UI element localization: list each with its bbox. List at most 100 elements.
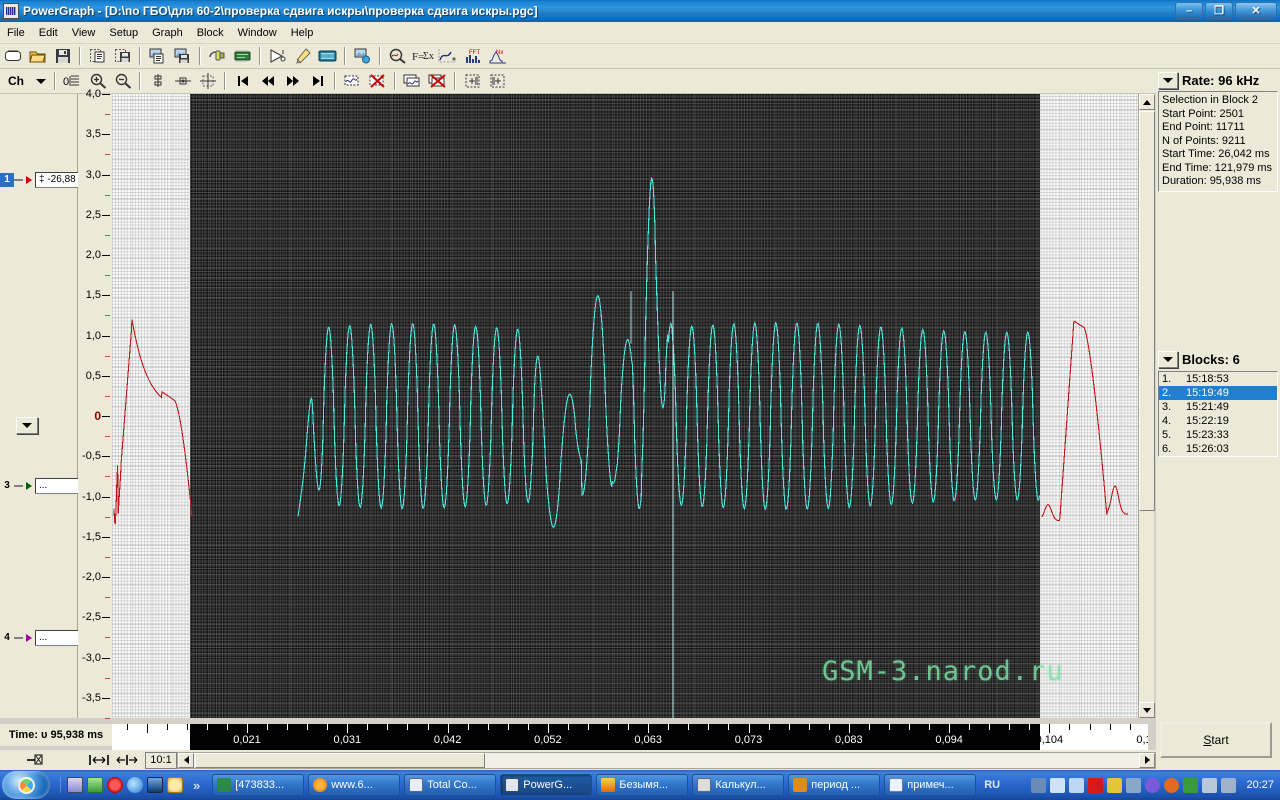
start-button[interactable]: Start (1160, 722, 1272, 758)
task-button[interactable]: Total Co... (404, 774, 497, 796)
opera-icon[interactable] (107, 777, 123, 793)
center-icon[interactable] (171, 70, 194, 92)
menu-item-setup[interactable]: Setup (102, 24, 145, 42)
channel-expand-icon-3[interactable] (26, 481, 32, 490)
plug-icon[interactable] (206, 45, 229, 67)
rate-dropdown-button[interactable] (1158, 71, 1178, 89)
plot-vertical-scrollbar[interactable] (1138, 94, 1155, 718)
marker-pen-icon[interactable] (291, 45, 314, 67)
blocks-dropdown-button[interactable] (1158, 351, 1178, 368)
block-list-item[interactable]: 3. 15:21:49 (1159, 400, 1277, 414)
ap-icon[interactable] (1088, 777, 1104, 793)
task-button[interactable]: www.6... (308, 774, 401, 796)
close-button[interactable]: ✕ (1235, 2, 1277, 19)
first-block-icon[interactable] (231, 70, 254, 92)
fit-icon[interactable] (196, 70, 219, 92)
language-indicator[interactable]: RU (984, 779, 1000, 791)
maximize-button[interactable]: ❐ (1205, 2, 1233, 19)
block-list-item[interactable]: 5. 15:23:33 (1159, 428, 1277, 442)
last-block-icon[interactable] (306, 70, 329, 92)
h-scroll-thumb[interactable] (195, 752, 485, 768)
prev-block-icon[interactable] (256, 70, 279, 92)
overflow-chevron-icon[interactable]: » (193, 778, 200, 793)
curve-fit-icon[interactable] (436, 45, 459, 67)
save-icon[interactable] (67, 777, 83, 793)
menu-item-file[interactable]: File (0, 24, 32, 42)
copy-page-icon[interactable] (86, 45, 109, 67)
network-icon[interactable] (1031, 777, 1047, 793)
device-icon[interactable] (231, 45, 254, 67)
new-file-icon[interactable] (1, 45, 24, 67)
volume-icon[interactable] (1050, 777, 1066, 793)
collapse-selection-icon[interactable] (114, 749, 140, 771)
pin-marker-icon[interactable] (23, 749, 46, 771)
wifi-icon[interactable] (1183, 777, 1199, 793)
save-selection-icon[interactable] (111, 45, 134, 67)
formula-icon[interactable]: F= Σx (411, 45, 434, 67)
menu-item-help[interactable]: Help (284, 24, 321, 42)
menu-item-edit[interactable]: Edit (32, 24, 65, 42)
add-block-icon[interactable] (341, 70, 364, 92)
menu-item-view[interactable]: View (65, 24, 103, 42)
save-disk-icon[interactable] (51, 45, 74, 67)
task-button[interactable]: период ... (788, 774, 881, 796)
histogram-icon[interactable]: Nx (486, 45, 509, 67)
block-list-item[interactable]: 1. 15:18:53 (1159, 372, 1277, 386)
next-block-icon[interactable] (281, 70, 304, 92)
display-icon[interactable] (316, 45, 339, 67)
windows-start-orb[interactable] (2, 771, 50, 799)
media-icon[interactable] (87, 777, 103, 793)
scroll-down-button[interactable] (1139, 702, 1155, 718)
zoom-out-icon[interactable] (111, 70, 134, 92)
export-save-icon[interactable] (171, 45, 194, 67)
task-button[interactable]: Калькул... (692, 774, 785, 796)
usb-icon[interactable] (1202, 777, 1218, 793)
channel-dropdown-icon[interactable] (33, 70, 49, 92)
plot-area[interactable]: GSM-3.narod.ru (112, 94, 1148, 718)
task-button[interactable]: [473833... (212, 774, 305, 796)
update-icon[interactable] (1126, 777, 1142, 793)
channel-number-1[interactable]: 1 (0, 172, 14, 187)
align-icon[interactable] (146, 70, 169, 92)
clock-icon[interactable] (167, 777, 183, 793)
minimize-button[interactable]: – (1175, 2, 1203, 19)
chart-icon[interactable] (147, 777, 163, 793)
channel-expand-icon-4[interactable] (26, 633, 32, 642)
add-blocks-icon[interactable] (401, 70, 424, 92)
channel-options-button[interactable] (16, 417, 38, 434)
speaker-icon[interactable] (1069, 777, 1085, 793)
zoom-analysis-icon[interactable] (386, 45, 409, 67)
delete-block-icon[interactable] (366, 70, 389, 92)
scroll-right-button[interactable] (1139, 752, 1155, 768)
zoom-ratio-label[interactable]: 10:1 (145, 751, 177, 769)
menu-item-graph[interactable]: Graph (145, 24, 190, 42)
insert-right-icon[interactable] (486, 70, 509, 92)
monitor-icon[interactable] (1221, 777, 1237, 793)
block-list-item[interactable]: 4. 15:22:19 (1159, 414, 1277, 428)
task-button[interactable]: примеч... (884, 774, 977, 796)
block-list-item[interactable]: 6. 15:26:03 (1159, 442, 1277, 456)
horizontal-scrollbar[interactable] (177, 751, 1156, 769)
task-button-active[interactable]: PowerG... (500, 774, 593, 796)
print-icon[interactable] (351, 45, 374, 67)
blocks-list[interactable]: 1. 15:18:53 2. 15:19:49 3. 15:21:49 4. 1… (1158, 370, 1278, 457)
open-folder-icon[interactable] (26, 45, 49, 67)
channel-number-3[interactable]: 3 (0, 479, 14, 493)
menu-item-window[interactable]: Window (231, 24, 284, 42)
security-icon[interactable] (1107, 777, 1123, 793)
scroll-up-button[interactable] (1139, 94, 1155, 110)
export-copy-icon[interactable] (146, 45, 169, 67)
amplifier-icon[interactable] (266, 45, 289, 67)
ie-icon[interactable] (127, 777, 143, 793)
delete-blocks-icon[interactable] (426, 70, 449, 92)
power-icon[interactable] (1145, 777, 1161, 793)
block-list-item-selected[interactable]: 2. 15:19:49 (1159, 385, 1277, 400)
scroll-left-button[interactable] (178, 752, 194, 768)
scroll-thumb[interactable] (1139, 111, 1155, 511)
taskbar-clock[interactable]: 20:27 (1246, 779, 1274, 791)
expand-selection-icon[interactable] (86, 749, 112, 771)
fft-icon[interactable]: FFT (461, 45, 484, 67)
zero-list-icon[interactable]: 0 (61, 70, 84, 92)
task-button[interactable]: Безымя... (596, 774, 689, 796)
insert-left-icon[interactable] (461, 70, 484, 92)
